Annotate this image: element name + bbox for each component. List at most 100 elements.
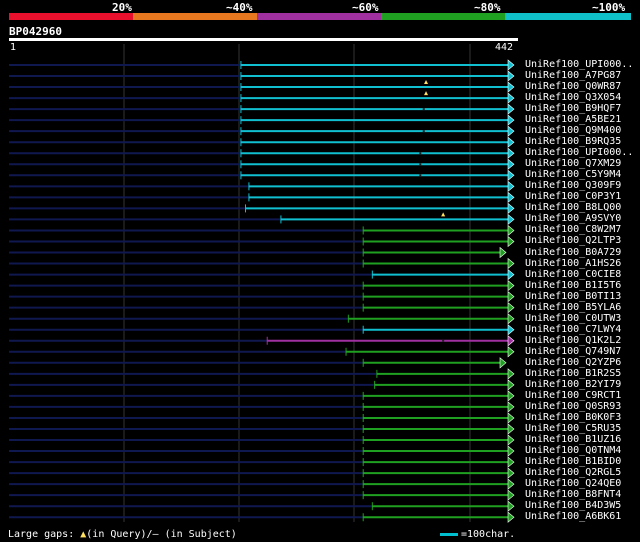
hit-label[interactable]: UniRef100_Q3X054: [525, 92, 621, 103]
hit-label[interactable]: UniRef100_Q2RGL5: [525, 467, 621, 478]
hit-label[interactable]: UniRef100_B4D3W5: [525, 500, 621, 511]
hit-label[interactable]: UniRef100_UPI000..: [525, 147, 633, 158]
hit-end-arrow: [499, 246, 507, 259]
hit-row[interactable]: [9, 59, 515, 71]
hit-end-arrow: [507, 92, 515, 104]
hit-row[interactable]: [9, 423, 515, 435]
hit-label[interactable]: UniRef100_B1I5T6: [525, 280, 621, 291]
hit-row[interactable]: [9, 224, 515, 237]
hit-end-arrow: [507, 158, 515, 170]
hit-row[interactable]: [9, 412, 515, 424]
hit-row[interactable]: [9, 169, 515, 181]
hit-label[interactable]: UniRef100_C0UTW3: [525, 313, 621, 324]
hit-row[interactable]: [9, 489, 515, 501]
hit-row[interactable]: [9, 235, 515, 248]
hit-row[interactable]: [9, 114, 515, 126]
hit-label[interactable]: UniRef100_B1BID0: [525, 456, 621, 467]
hit-row[interactable]: [9, 368, 515, 380]
hit-label[interactable]: UniRef100_B1UZ16: [525, 434, 621, 445]
hit-row[interactable]: [9, 335, 515, 347]
hit-row[interactable]: [9, 158, 515, 170]
hit-label[interactable]: UniRef100_B1R2S5: [525, 368, 621, 379]
hit-row[interactable]: [9, 302, 515, 314]
hit-row[interactable]: [9, 456, 515, 468]
hit-row[interactable]: [9, 279, 515, 292]
hit-label[interactable]: UniRef100_C7LWY4: [525, 324, 621, 335]
hit-end-arrow: [507, 423, 515, 435]
hit-end-arrow: [507, 489, 515, 501]
hit-row[interactable]: [9, 290, 515, 303]
hit-label[interactable]: UniRef100_B9HQF7: [525, 103, 621, 114]
hit-label[interactable]: UniRef100_Q9M400: [525, 125, 621, 136]
hit-row[interactable]: [9, 346, 515, 358]
hit-row[interactable]: [9, 467, 515, 479]
hit-label[interactable]: UniRef100_B2YI79: [525, 379, 621, 390]
hit-row[interactable]: [9, 147, 515, 159]
hit-label[interactable]: UniRef100_C5Y9M4: [525, 169, 621, 180]
hit-row[interactable]: [9, 268, 515, 281]
hit-label[interactable]: UniRef100_Q7XM29: [525, 158, 621, 169]
hit-label[interactable]: UniRef100_B9RQ35: [525, 136, 621, 147]
hit-row[interactable]: [9, 125, 515, 137]
hit-row[interactable]: [9, 202, 515, 215]
hit-label[interactable]: UniRef100_Q749N7: [525, 346, 621, 357]
hit-end-arrow: [507, 202, 515, 215]
hit-end-arrow: [507, 290, 515, 303]
hit-label[interactable]: UniRef100_B8FNT4: [525, 489, 621, 500]
hit-label[interactable]: UniRef100_B0A729: [525, 247, 621, 258]
hit-end-arrow: [507, 478, 515, 490]
hit-row[interactable]: [9, 80, 515, 93]
hit-label[interactable]: UniRef100_Q24QE0: [525, 478, 621, 489]
hit-row[interactable]: [9, 357, 507, 369]
hit-label[interactable]: UniRef100_C9RCT1: [525, 390, 621, 401]
hit-label[interactable]: UniRef100_A5BE21: [525, 114, 621, 125]
hit-row[interactable]: [9, 500, 515, 512]
hit-label[interactable]: UniRef100_B5YLA6: [525, 302, 621, 313]
hit-label[interactable]: UniRef100_B0K0F3: [525, 412, 621, 423]
hit-label[interactable]: UniRef100_Q0WR87: [525, 81, 621, 92]
scale-legend-bar: [440, 532, 458, 536]
hit-end-arrow: [507, 147, 515, 159]
hit-row[interactable]: [9, 91, 515, 104]
hit-label[interactable]: UniRef100_A7PG87: [525, 70, 621, 81]
hit-row[interactable]: [9, 70, 515, 82]
hit-row[interactable]: [9, 478, 515, 490]
hit-row[interactable]: [9, 401, 515, 413]
hit-row[interactable]: [9, 180, 515, 192]
hit-label[interactable]: UniRef100_B0TI13: [525, 291, 621, 302]
hit-label[interactable]: UniRef100_C0CIE8: [525, 269, 621, 280]
hit-end-arrow: [507, 467, 515, 479]
hit-row[interactable]: [9, 246, 507, 259]
hit-label[interactable]: UniRef100_Q1K2L2: [525, 335, 621, 346]
hit-end-arrow: [507, 257, 515, 270]
hit-row[interactable]: [9, 434, 515, 446]
hit-row[interactable]: [9, 212, 515, 226]
hit-label[interactable]: UniRef100_Q2LTP3: [525, 235, 621, 246]
hit-end-arrow: [507, 346, 515, 358]
hit-label[interactable]: UniRef100_Q0SR93: [525, 401, 621, 412]
hit-label[interactable]: UniRef100_C5RU35: [525, 423, 621, 434]
hit-row[interactable]: [9, 379, 515, 391]
hit-label[interactable]: UniRef100_B8LQ00: [525, 202, 621, 213]
hit-row[interactable]: [9, 511, 515, 523]
hit-row[interactable]: [9, 103, 515, 115]
hit-row[interactable]: [9, 313, 515, 325]
hit-label[interactable]: UniRef100_Q309F9: [525, 180, 621, 191]
hit-end-arrow: [507, 191, 515, 204]
hit-label[interactable]: UniRef100_A1HS26: [525, 258, 621, 269]
hit-label[interactable]: UniRef100_C8W2M7: [525, 224, 621, 235]
hit-row[interactable]: [9, 136, 515, 148]
hit-end-arrow: [507, 401, 515, 413]
hit-row[interactable]: [9, 191, 515, 204]
hit-row[interactable]: [9, 445, 515, 457]
hit-label[interactable]: UniRef100_Q0TNM4: [525, 445, 621, 456]
hit-label[interactable]: UniRef100_UPI000..: [525, 59, 633, 70]
hit-row[interactable]: [9, 257, 515, 270]
hit-label[interactable]: UniRef100_A6BK61: [525, 511, 621, 522]
hit-row[interactable]: [9, 390, 515, 402]
hit-label[interactable]: UniRef100_Q2YZP6: [525, 357, 621, 368]
hit-label[interactable]: UniRef100_C0P3Y1: [525, 191, 621, 202]
hit-row[interactable]: [9, 324, 515, 336]
hit-label[interactable]: UniRef100_A9SVY0: [525, 213, 621, 224]
hit-end-arrow: [507, 103, 515, 115]
